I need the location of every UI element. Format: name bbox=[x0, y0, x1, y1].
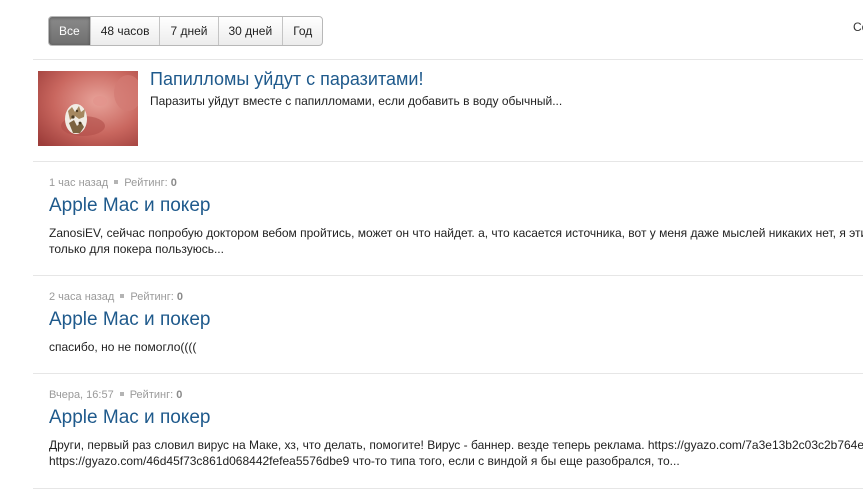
meta-separator-dot bbox=[119, 392, 124, 397]
divider bbox=[33, 59, 863, 60]
post-title-link[interactable]: Apple Mac и покер bbox=[49, 309, 863, 331]
post-item: 1 час назад Рейтинг: 0 Apple Mac и покер … bbox=[49, 177, 863, 257]
ad-thumbnail-illustration bbox=[38, 71, 138, 146]
post-time: Вчера, 16:57 bbox=[49, 389, 114, 401]
post-excerpt-line: ZanosiEV, сейчас попробую доктором вебом… bbox=[49, 226, 863, 240]
ad-description: Паразиты уйдут вместе с папилломами, есл… bbox=[150, 94, 563, 108]
post-excerpt: Други, первый раз словил вирус на Маке, … bbox=[49, 437, 863, 469]
post-meta: 1 час назад Рейтинг: 0 bbox=[49, 177, 863, 191]
post-meta: Вчера, 16:57 Рейтинг: 0 bbox=[49, 389, 863, 403]
rating-label: Рейтинг: bbox=[129, 389, 174, 401]
period-filter-group: Все 48 часов 7 дней 30 дней Год bbox=[48, 16, 324, 46]
post-excerpt-line: спасибо, но не помогло(((( bbox=[49, 340, 197, 354]
meta-separator-dot bbox=[114, 180, 119, 185]
post-title-link[interactable]: Apple Mac и покер bbox=[49, 407, 863, 429]
post-excerpt-line: только для покера пользуюсь... bbox=[49, 242, 224, 256]
divider bbox=[33, 275, 863, 276]
rating-value: 0 bbox=[176, 291, 183, 303]
post-item: 2 часа назад Рейтинг: 0 Apple Mac и покер… bbox=[49, 291, 863, 355]
rating-value: 0 bbox=[176, 389, 183, 401]
post-title-link[interactable]: Apple Mac и покер bbox=[49, 195, 863, 217]
filter-all-button[interactable]: Все bbox=[49, 17, 90, 45]
rating-label: Рейтинг: bbox=[124, 177, 168, 189]
post-excerpt-line: https://gyazo.com/46d45f73c861d068442fef… bbox=[49, 454, 680, 468]
sort-label-cut[interactable]: Со bbox=[853, 20, 863, 34]
rating-label: Рейтинг: bbox=[130, 291, 174, 303]
filter-7d-button[interactable]: 7 дней bbox=[159, 17, 217, 45]
ad-title-link[interactable]: Папилломы уйдут с паразитами! bbox=[150, 69, 423, 90]
post-excerpt-line: Други, первый раз словил вирус на Маке, … bbox=[49, 438, 863, 452]
post-time: 2 часа назад bbox=[49, 291, 115, 303]
divider bbox=[33, 488, 863, 489]
rating-value: 0 bbox=[170, 177, 177, 189]
post-item: Вчера, 16:57 Рейтинг: 0 Apple Mac и покер… bbox=[49, 389, 863, 469]
filter-48h-button[interactable]: 48 часов bbox=[89, 17, 160, 45]
filter-30d-button[interactable]: 30 дней bbox=[217, 17, 283, 45]
meta-separator-dot bbox=[120, 294, 125, 299]
divider bbox=[33, 161, 863, 162]
post-excerpt: спасибо, но не помогло(((( bbox=[49, 339, 863, 355]
divider bbox=[33, 373, 863, 374]
filter-year-button[interactable]: Год bbox=[282, 17, 322, 45]
post-excerpt: ZanosiEV, сейчас попробую доктором вебом… bbox=[49, 225, 863, 257]
ad-thumbnail-image[interactable] bbox=[38, 71, 138, 146]
post-time: 1 час назад bbox=[49, 177, 109, 189]
post-meta: 2 часа назад Рейтинг: 0 bbox=[49, 291, 863, 305]
